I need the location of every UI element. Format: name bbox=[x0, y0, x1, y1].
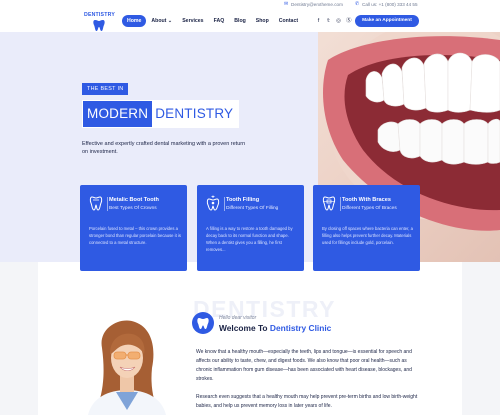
dentist-photo bbox=[80, 318, 175, 415]
nav-shop[interactable]: Shop bbox=[251, 15, 274, 27]
service-card-crown[interactable]: Metalic Boot Tooth Best Types Of Crowns … bbox=[80, 185, 187, 271]
card-body: By closing off spaces where bacteria can… bbox=[322, 226, 413, 245]
card-subtitle: Best Types Of Crowns bbox=[109, 206, 157, 211]
twitter-icon[interactable]: 𝕥 bbox=[326, 18, 331, 24]
social-links: f 𝕥 ◎ Ⓢ bbox=[316, 18, 352, 24]
envelope-icon: ✉ bbox=[284, 1, 289, 7]
dentist-illustration bbox=[88, 320, 166, 415]
chevron-down-icon: ⌄ bbox=[167, 18, 173, 24]
about-paragraph-1: We know that a healthy mouth—especially … bbox=[196, 349, 412, 382]
nav-services[interactable]: Services bbox=[177, 15, 208, 27]
nav-contact[interactable]: Contact bbox=[274, 15, 303, 27]
top-bar: ✉ Dentistry@erxtheme.com ✆ Call us: +1 (… bbox=[0, 0, 500, 11]
tooth-badge bbox=[192, 312, 214, 334]
topbar-email-text: Dentistry@erxtheme.com bbox=[291, 2, 343, 7]
nav-faq[interactable]: FAQ bbox=[209, 15, 230, 27]
site-header: DENTISTRY Home About ⌄ Services FAQ Blog… bbox=[0, 11, 500, 32]
hero-eyebrow: THE BEST IN bbox=[82, 83, 129, 95]
nav-about[interactable]: About ⌄ bbox=[146, 15, 177, 27]
card-body: Porcelain fused to metal – this crown pr… bbox=[89, 226, 181, 245]
headline-modern: MODERN bbox=[83, 101, 153, 127]
ghost-watermark-word: DENTISTRY bbox=[193, 296, 336, 322]
hello-text: Hello dear visitor bbox=[219, 315, 257, 321]
card-title: Metalic Boot Tooth bbox=[109, 197, 159, 203]
instagram-icon[interactable]: ◎ bbox=[336, 18, 341, 24]
nav-blog[interactable]: Blog bbox=[229, 15, 251, 27]
about-title-highlight: Dentistry Clinic bbox=[269, 323, 332, 333]
logo-text: DENTISTRY bbox=[84, 12, 116, 18]
facebook-icon[interactable]: f bbox=[316, 18, 321, 24]
card-title: Tooth Filling bbox=[226, 197, 260, 203]
about-title: Welcome To Dentistry Clinic bbox=[219, 323, 331, 333]
service-card-braces[interactable]: Tooth With Braces Different Types Of Bra… bbox=[313, 185, 420, 271]
nav-about-label: About bbox=[151, 18, 167, 24]
hero-subtext: Effective and expertly crafted dental ma… bbox=[82, 141, 246, 155]
phone-icon: ✆ bbox=[355, 1, 360, 7]
main-nav: Home About ⌄ Services FAQ Blog Shop Cont… bbox=[122, 15, 303, 27]
skype-icon[interactable]: Ⓢ bbox=[346, 18, 352, 24]
card-subtitle: Different Types Of Braces bbox=[342, 206, 397, 211]
topbar-email[interactable]: ✉ Dentistry@erxtheme.com bbox=[284, 1, 343, 8]
tooth-icon bbox=[197, 318, 209, 329]
card-divider bbox=[107, 197, 108, 211]
card-divider bbox=[340, 197, 341, 211]
card-subtitle: Different Types Of Filling bbox=[226, 206, 279, 211]
card-body: A filling is a way to restore a tooth da… bbox=[206, 226, 293, 252]
tooth-braces-icon bbox=[322, 196, 336, 211]
about-title-prefix: Welcome To bbox=[219, 323, 270, 333]
card-title: Tooth With Braces bbox=[342, 197, 391, 203]
tooth-logo-icon bbox=[93, 20, 105, 31]
headline-dentistry: DENTISTRY bbox=[152, 101, 239, 127]
tooth-filling-icon bbox=[206, 195, 220, 211]
topbar-phone-text: Call us: +1 (800) 333 44 55 bbox=[362, 2, 418, 7]
tooth-crown-icon bbox=[89, 196, 103, 211]
about-paragraph-2: Research even suggests that a healthy mo… bbox=[196, 394, 418, 409]
topbar-phone[interactable]: ✆ Call us: +1 (800) 333 44 55 bbox=[355, 1, 418, 8]
make-appointment-button[interactable]: Make an Appointment bbox=[355, 15, 419, 27]
service-card-filling[interactable]: Tooth Filling Different Types Of Filling… bbox=[197, 185, 304, 271]
nav-home[interactable]: Home bbox=[122, 15, 147, 27]
logo[interactable]: DENTISTRY bbox=[84, 12, 116, 32]
hero-headline: MODERN DENTISTRY bbox=[82, 100, 240, 128]
card-divider bbox=[224, 197, 225, 211]
